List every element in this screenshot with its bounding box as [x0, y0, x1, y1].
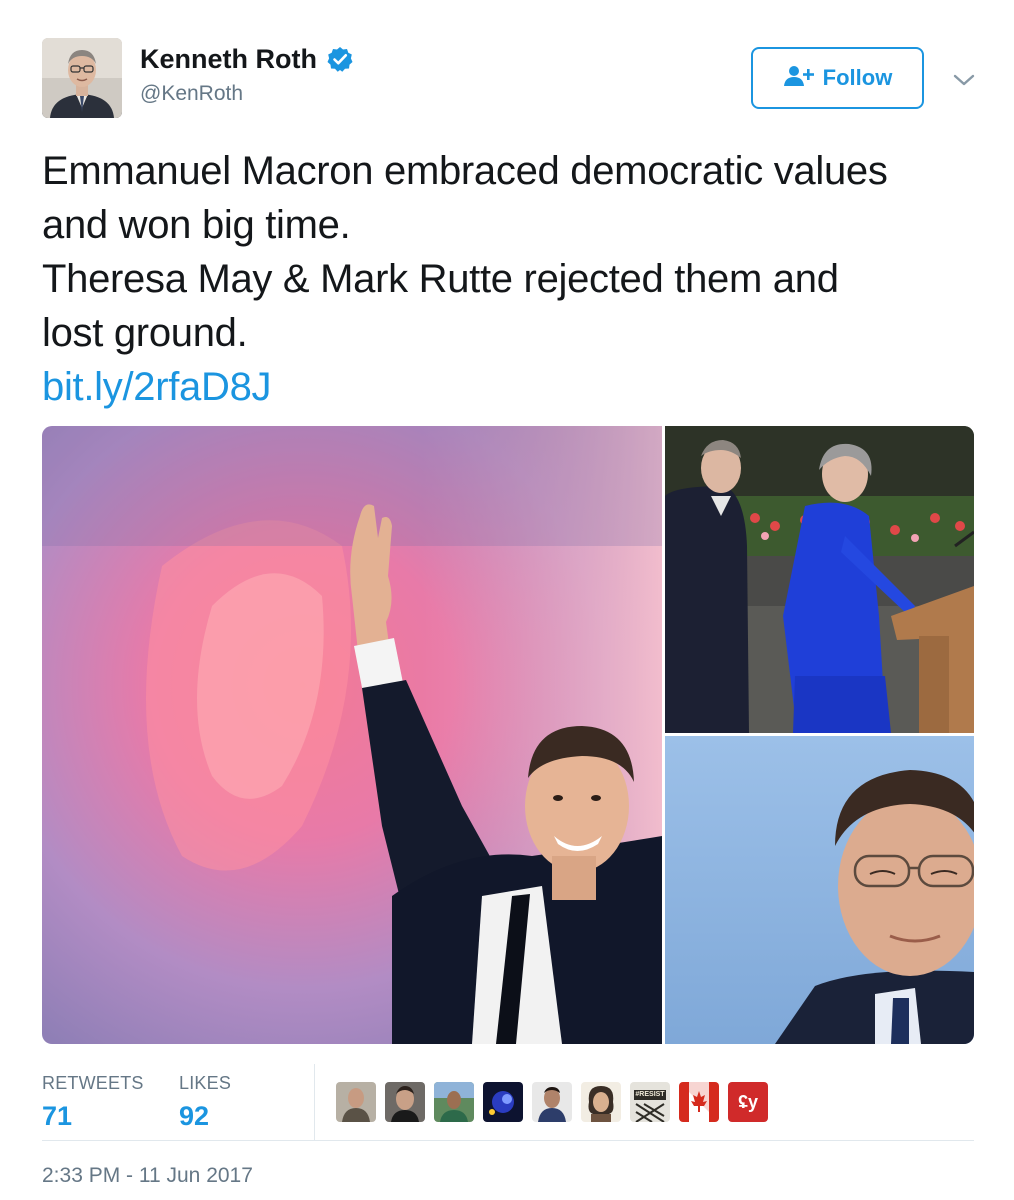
liker-avatar-resist[interactable]: #RESIST: [630, 1082, 670, 1122]
liker-avatar[interactable]: [336, 1082, 376, 1122]
user-handle[interactable]: @KenRoth: [140, 80, 353, 108]
retweets-stat[interactable]: RETWEETS 71: [42, 1072, 144, 1134]
tweet-card: Kenneth Roth @KenRoth Follow Emmanuel Ma…: [0, 0, 1014, 1200]
footer-divider: [42, 1140, 974, 1141]
liker-avatar[interactable]: [434, 1082, 474, 1122]
likes-stat[interactable]: LIKES 92: [179, 1072, 231, 1134]
verified-badge-icon: [327, 46, 353, 72]
photo-theresa-may[interactable]: [665, 426, 974, 733]
chevron-down-icon[interactable]: [952, 68, 976, 92]
user-info: Kenneth Roth @KenRoth: [140, 42, 353, 108]
liker-avatar-canada[interactable]: [679, 1082, 719, 1122]
tweet-text-line: and won big time.: [42, 203, 351, 247]
tweet-text: Emmanuel Macron embraced democratic valu…: [42, 144, 982, 414]
sy-badge-text: ʢy: [737, 1092, 759, 1112]
stats-divider: [314, 1064, 315, 1140]
tweet-text-line: Theresa May & Mark Rutte rejected them a…: [42, 257, 839, 301]
liker-avatar[interactable]: [483, 1082, 523, 1122]
photo-macron[interactable]: [42, 426, 662, 1044]
likes-label: LIKES: [179, 1073, 232, 1093]
media-grid: [42, 426, 974, 1044]
liker-avatars: #RESIST ʢy: [336, 1082, 768, 1122]
liker-avatar[interactable]: [532, 1082, 572, 1122]
likes-count: 92: [179, 1101, 210, 1131]
add-user-icon: [783, 64, 815, 93]
retweets-count: 71: [42, 1101, 73, 1131]
liker-avatar-sy[interactable]: ʢy: [728, 1082, 768, 1122]
tweet-timestamp[interactable]: 2:33 PM - 11 Jun 2017: [42, 1164, 253, 1188]
tweet-text-line: lost ground.: [42, 311, 248, 355]
follow-button[interactable]: Follow: [751, 47, 924, 109]
tweet-text-line: Emmanuel Macron embraced democratic valu…: [42, 149, 888, 193]
resist-badge-text: #RESIST: [635, 1091, 665, 1098]
photo-mark-rutte[interactable]: [665, 736, 974, 1044]
follow-button-label: Follow: [822, 65, 893, 90]
liker-avatar[interactable]: [385, 1082, 425, 1122]
tweet-stats: RETWEETS 71 LIKES 92 #RESIST ʢy: [42, 1064, 974, 1140]
retweets-label: RETWEETS: [42, 1073, 144, 1093]
tweet-link[interactable]: bit.ly/2rfaD8J: [42, 365, 272, 409]
liker-avatar[interactable]: [581, 1082, 621, 1122]
display-name[interactable]: Kenneth Roth: [140, 42, 317, 76]
avatar[interactable]: [42, 38, 122, 118]
